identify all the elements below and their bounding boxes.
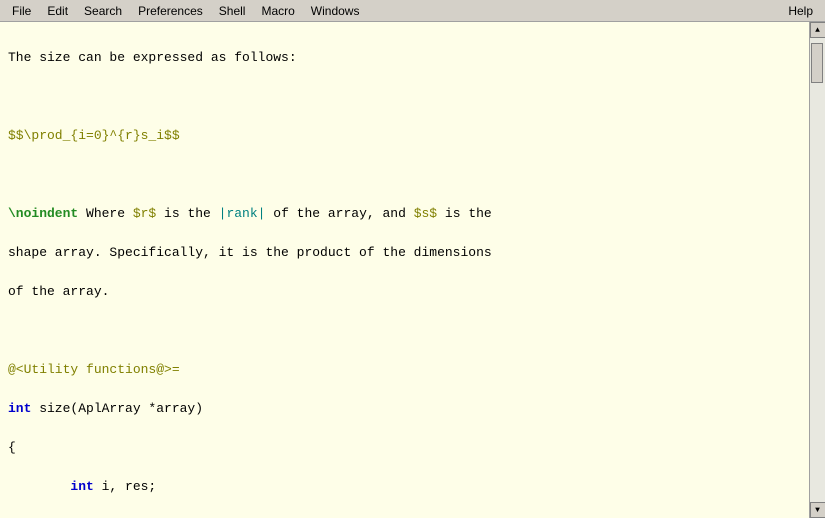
line-3: $$\prod_{i=0}^{r}s_i$$ [8, 126, 801, 146]
scrollbar: ▲ ▼ [809, 22, 825, 518]
line-9: @<Utility functions@>= [8, 360, 801, 380]
menu-shell[interactable]: Shell [211, 2, 254, 20]
menu-help[interactable]: Help [780, 2, 821, 20]
scroll-thumb[interactable] [811, 43, 823, 83]
menu-windows[interactable]: Windows [303, 2, 368, 20]
menu-file[interactable]: File [4, 2, 39, 20]
menu-search[interactable]: Search [76, 2, 130, 20]
menu-preferences[interactable]: Preferences [130, 2, 211, 20]
scroll-down-button[interactable]: ▼ [810, 502, 825, 518]
scroll-track[interactable] [810, 38, 825, 502]
line-1: The size can be expressed as follows: [8, 48, 801, 68]
line-4 [8, 165, 801, 185]
scroll-up-button[interactable]: ▲ [810, 22, 825, 38]
menu-edit[interactable]: Edit [39, 2, 76, 20]
line-6: shape array. Specifically, it is the pro… [8, 243, 801, 263]
menubar: File Edit Search Preferences Shell Macro… [0, 0, 825, 22]
line-8 [8, 321, 801, 341]
line-12: int i, res; [8, 477, 801, 497]
line-7: of the array. [8, 282, 801, 302]
line-2 [8, 87, 801, 107]
line-10: int size(AplArray *array) [8, 399, 801, 419]
line-11: { [8, 438, 801, 458]
editor-content[interactable]: The size can be expressed as follows: $$… [0, 22, 809, 518]
editor-container: The size can be expressed as follows: $$… [0, 22, 825, 518]
menu-macro[interactable]: Macro [253, 2, 302, 20]
line-5: \noindent Where $r$ is the |rank| of the… [8, 204, 801, 224]
